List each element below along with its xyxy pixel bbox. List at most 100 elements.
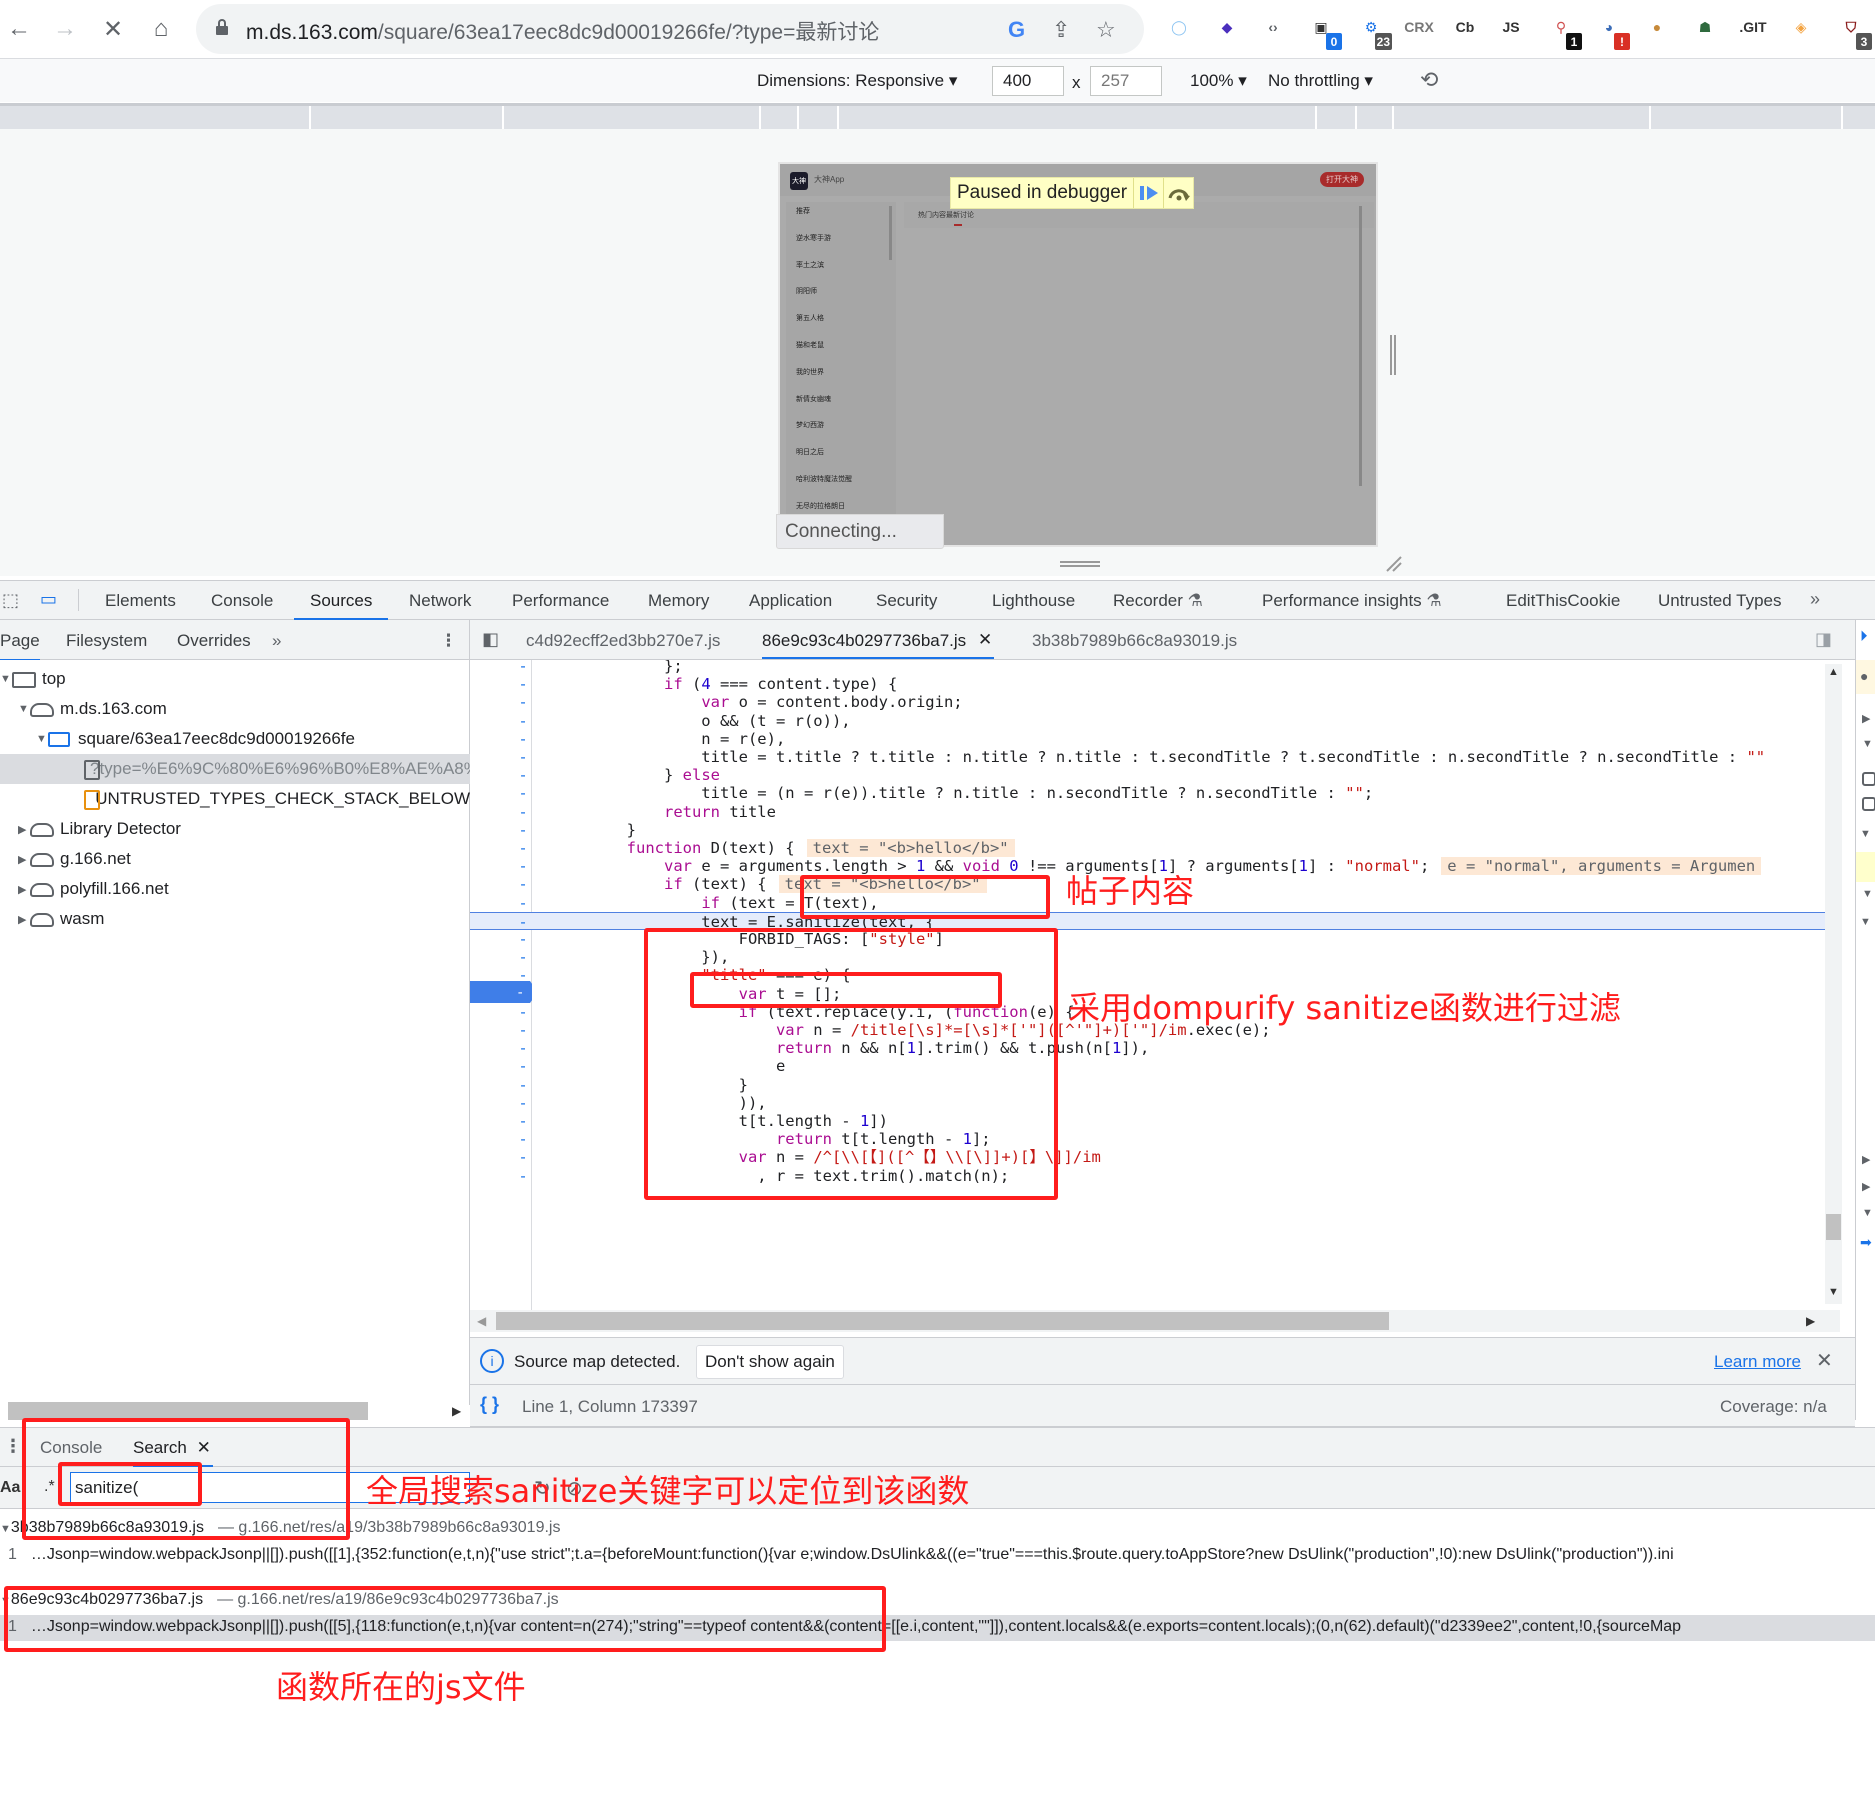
navigator-horizontal-scrollbar[interactable]: [8, 1402, 368, 1420]
right-resize-handle[interactable]: [1390, 335, 1396, 375]
google-icon[interactable]: G: [1008, 17, 1025, 43]
url-text[interactable]: m.ds.163.com/square/63ea17eec8dc9d000192…: [246, 16, 879, 46]
code-line[interactable]: - e: [470, 1057, 1840, 1075]
drawer-tab-console[interactable]: Console: [40, 1438, 102, 1458]
line-number[interactable]: -: [516, 1112, 530, 1130]
bottom-resize-handle[interactable]: [1060, 561, 1100, 567]
expand-icon[interactable]: ▶: [1862, 712, 1870, 725]
game-nav-item[interactable]: 梦幻西游: [796, 420, 824, 430]
extension-gear-icon[interactable]: ⚙ 23: [1356, 12, 1392, 50]
drawer-tab-search[interactable]: Search ✕: [133, 1428, 213, 1467]
expand-triangle-icon[interactable]: ▶: [18, 823, 30, 836]
subtab-filesystem[interactable]: Filesystem: [66, 631, 147, 651]
corner-resize-handle[interactable]: [1385, 555, 1403, 573]
device-toolbar-icon[interactable]: ▭: [40, 589, 57, 610]
tree-item[interactable]: ▶ g.166.net: [0, 844, 470, 874]
extension-ublock-icon[interactable]: ⛉ 3: [1836, 12, 1872, 50]
collapse-icon[interactable]: ▼: [1862, 1207, 1873, 1219]
extension-orange-icon[interactable]: ◈: [1786, 12, 1816, 42]
game-nav-item[interactable]: 第五人格: [796, 313, 824, 323]
code-line[interactable]: - if (4 === content.type) {: [470, 675, 1840, 693]
dimensions-dropdown[interactable]: Dimensions: Responsive ▾: [757, 71, 957, 91]
tree-item[interactable]: ▶ polyfill.166.net: [0, 874, 470, 904]
code-line[interactable]: - }: [470, 1076, 1840, 1094]
result-line[interactable]: 1 …Jsonp=window.webpackJsonp||[]).push([[…: [0, 1543, 1875, 1569]
media-query-bar[interactable]: [0, 103, 1875, 129]
devtools-tab-sources[interactable]: Sources: [294, 581, 389, 620]
checkbox[interactable]: [1862, 772, 1875, 786]
collapse-icon[interactable]: ▼: [1860, 828, 1871, 840]
collapse-icon[interactable]: ▼: [1860, 916, 1871, 928]
expand-icon[interactable]: ▶: [1862, 1180, 1870, 1193]
expand-triangle-icon[interactable]: ▶: [18, 913, 30, 926]
scroll-right-icon[interactable]: ▶: [452, 1404, 461, 1418]
game-nav-item[interactable]: 逆水寒手游: [796, 233, 831, 243]
tree-item[interactable]: ▶ Library Detector: [0, 814, 470, 844]
code-line[interactable]: - "title" === e) {: [470, 966, 1840, 984]
code-line[interactable]: - , r = text.trim().match(n);: [470, 1167, 1840, 1185]
line-number[interactable]: -: [516, 839, 530, 857]
line-number[interactable]: -: [516, 1148, 530, 1166]
emulated-page[interactable]: 大神 大神App 打开大神 推荐 逆水寒手游 率土之滨 阴阳师 第五人格 猫和老鼠 我的世界…: [778, 162, 1378, 547]
game-nav-item[interactable]: 我的世界: [796, 367, 824, 377]
devtools-tab-elements[interactable]: Elements: [105, 581, 176, 620]
collapse-triangle-icon[interactable]: ▼: [0, 673, 12, 685]
expand-triangle-icon[interactable]: ▶: [18, 853, 30, 866]
line-number[interactable]: -: [516, 821, 530, 839]
tree-item[interactable]: ▶ wasm: [0, 904, 470, 934]
code-line[interactable]: - };: [470, 660, 1840, 675]
checkbox[interactable]: [1862, 797, 1875, 811]
game-nav-item[interactable]: 猫和老鼠: [796, 340, 824, 350]
line-number[interactable]: -: [516, 875, 530, 893]
expand-icon[interactable]: ▶: [1862, 1153, 1870, 1166]
code-line[interactable]: - title = (n = r(e)).title ? n.title : n…: [470, 784, 1840, 802]
line-number[interactable]: -: [516, 766, 530, 784]
tree-item[interactable]: UNTRUSTED_TYPES_CHECK_STACK_BELOW: [0, 784, 470, 814]
code-vertical-scrollbar[interactable]: ▲ ▼: [1825, 664, 1842, 1304]
extension-circle-icon[interactable]: ◯: [1164, 12, 1194, 42]
regex-toggle[interactable]: .*: [44, 1478, 55, 1496]
game-nav-item[interactable]: 明日之后: [796, 447, 824, 457]
scroll-left-icon[interactable]: ◀: [477, 1314, 486, 1328]
code-line[interactable]: - n = r(e),: [470, 730, 1840, 748]
code-line-current[interactable]: - text = E.sanitize(text, {: [470, 911, 1840, 931]
execution-line-marker[interactable]: -: [470, 981, 532, 1003]
tree-item[interactable]: ▼ m.ds.163.com: [0, 694, 470, 724]
close-tab-icon[interactable]: ✕: [197, 1438, 211, 1458]
line-number[interactable]: -: [516, 675, 530, 693]
devtools-tab-recorder[interactable]: Recorder ⚗: [1113, 581, 1203, 620]
home-button[interactable]: ⌂: [144, 12, 178, 46]
feed-scrollbar[interactable]: [1359, 206, 1362, 486]
more-tabs-icon[interactable]: »: [1810, 589, 1820, 610]
expand-triangle-icon[interactable]: ▶: [18, 883, 30, 896]
code-line[interactable]: - var n = /^[\\[【]([^【】\\[\]]+)[】\]]/im: [470, 1148, 1840, 1166]
height-input[interactable]: 257: [1090, 66, 1162, 96]
rotate-icon[interactable]: ⟲: [1420, 67, 1438, 93]
devtools-tab-editthiscookie[interactable]: EditThisCookie: [1506, 581, 1620, 620]
code-line[interactable]: - } else: [470, 766, 1840, 784]
extension-code-icon[interactable]: ‹›: [1258, 12, 1288, 42]
collapse-icon[interactable]: ▼: [1862, 888, 1873, 900]
dont-show-again-button[interactable]: Don't show again: [696, 1345, 844, 1379]
collapse-triangle-icon[interactable]: ▼: [36, 733, 48, 745]
open-app-button[interactable]: 打开大神: [1320, 172, 1364, 187]
learn-more-link[interactable]: Learn more: [1714, 1352, 1801, 1372]
devtools-tab-performance[interactable]: Performance: [512, 581, 609, 620]
nav-scrollbar[interactable]: [889, 206, 892, 260]
devtools-tab-untrusted-types[interactable]: Untrusted Types: [1658, 581, 1781, 620]
line-number[interactable]: -: [516, 660, 530, 675]
match-case-toggle[interactable]: Aa: [0, 1479, 20, 1497]
more-options-icon[interactable]: ⋮: [440, 631, 457, 651]
line-number[interactable]: -: [516, 730, 530, 748]
code-line[interactable]: - return title: [470, 803, 1840, 821]
game-nav-item[interactable]: 推荐: [796, 206, 810, 216]
extension-key-icon[interactable]: ⚲ 1: [1546, 12, 1582, 50]
line-number[interactable]: -: [516, 894, 530, 912]
devtools-tab-console[interactable]: Console: [211, 581, 273, 620]
game-nav-item[interactable]: 阴阳师: [796, 286, 817, 296]
line-number[interactable]: -: [516, 1167, 530, 1185]
width-input[interactable]: 400: [992, 66, 1064, 96]
code-line[interactable]: - t[t.length - 1]): [470, 1112, 1840, 1130]
code-line[interactable]: - return n && n[1].trim() && t.push(n[1]…: [470, 1039, 1840, 1057]
code-vertical-scroll-thumb[interactable]: [1826, 1214, 1841, 1240]
